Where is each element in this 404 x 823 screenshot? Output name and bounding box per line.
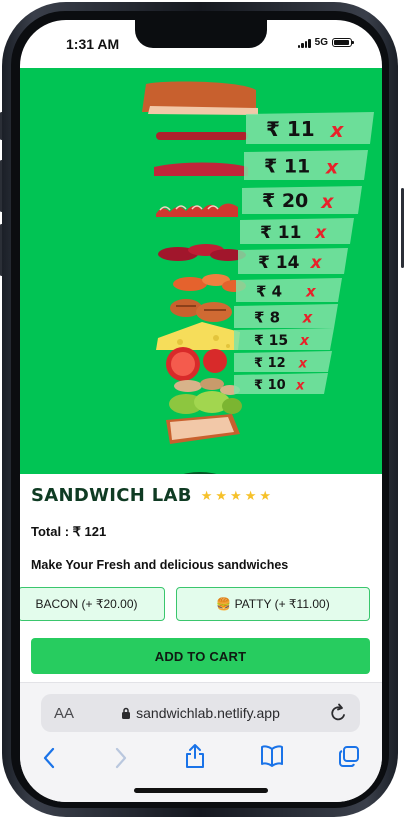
- battery-icon: [332, 38, 354, 47]
- price-tag: ₹ 11 x: [244, 150, 368, 180]
- add-patty-label: 🍔 PATTY (+ ₹11.00): [216, 597, 330, 611]
- remove-ingredient-button[interactable]: x: [295, 378, 305, 393]
- phone-frame: 1:31 AM 5G ₹ 11 x ₹ 11 x ₹ 20 x ₹ 11 x ₹…: [0, 0, 404, 823]
- app-title: SANDWICH LAB: [31, 485, 192, 506]
- cheese-layer[interactable]: [156, 322, 240, 350]
- salami-layer[interactable]: [158, 244, 246, 261]
- add-bacon-label: BACON (+ ₹20.00): [35, 597, 138, 611]
- star-icon: ★: [244, 487, 257, 503]
- forward-icon[interactable]: [114, 747, 128, 769]
- remove-ingredient-button[interactable]: x: [325, 156, 339, 178]
- sandwich-illustration: ₹ 11 x₹ 11 x₹ 20 x₹ 11 x₹ 14 x₹ 4 x₹ 8 x₹ 15 x₹ …: [142, 81, 374, 474]
- signal-icon: [298, 38, 311, 48]
- browser-nav-bar: [20, 743, 382, 779]
- screen: 1:31 AM 5G ₹ 11 x ₹ 11 x ₹ 20 x ₹ 11 x ₹…: [20, 20, 382, 802]
- price-tag-background: [236, 278, 342, 302]
- tabs-icon[interactable]: [338, 745, 360, 767]
- tagline: Make Your Fresh and delicious sandwiches: [31, 558, 289, 572]
- add-to-cart-button[interactable]: ADD TO CART: [31, 638, 370, 674]
- price-tag: ₹ 15 x: [234, 328, 334, 350]
- bacon-layer[interactable]: [156, 203, 238, 217]
- price-amount: ₹ 11: [260, 223, 301, 243]
- price-tag: ₹ 4 x: [236, 278, 342, 302]
- star-icon: ★: [259, 487, 271, 503]
- price-tag: ₹ 8 x: [234, 304, 338, 328]
- price-amount: ₹ 14: [258, 253, 300, 273]
- remove-ingredient-button[interactable]: x: [320, 191, 334, 213]
- notch: [135, 20, 267, 48]
- price-tag: ₹ 11 x: [240, 218, 354, 244]
- remove-ingredient-button[interactable]: x: [310, 253, 323, 273]
- remove-ingredient-button[interactable]: x: [299, 333, 310, 349]
- rating-stars: ★ ★ ★ ★ ★: [201, 488, 271, 504]
- add-bacon-button[interactable]: BACON (+ ₹20.00): [20, 587, 165, 621]
- price-tag: ₹ 11 x: [246, 112, 374, 144]
- price-amount: ₹ 4: [256, 282, 282, 300]
- patty-layer[interactable]: [170, 299, 232, 322]
- sandwich-builder-hero: ₹ 11 x ₹ 11 x ₹ 20 x ₹ 11 x ₹ 14 x ₹ 4 x ₹ 8 x ₹ 15 x ₹ …: [20, 68, 382, 474]
- bottom-bread-layer[interactable]: [166, 414, 240, 444]
- price-tag: ₹ 14 x: [238, 248, 348, 274]
- price-amount: ₹ 11: [264, 156, 310, 178]
- share-icon[interactable]: [184, 743, 206, 769]
- remove-ingredient-button[interactable]: x: [298, 356, 308, 371]
- star-icon: ★: [200, 487, 213, 503]
- orange-slice-layer[interactable]: [173, 274, 246, 292]
- total-price: Total : ₹ 121: [31, 524, 107, 539]
- remove-ingredient-button[interactable]: x: [302, 309, 314, 327]
- lock-icon: [122, 707, 131, 719]
- home-indicator: [134, 788, 268, 793]
- star-icon: ★: [215, 487, 228, 503]
- remove-ingredient-button[interactable]: x: [329, 118, 344, 142]
- price-amount: ₹ 8: [254, 308, 280, 326]
- price-tag: ₹ 20 x: [242, 186, 362, 214]
- bookmarks-icon[interactable]: [260, 745, 284, 767]
- top-bread-layer[interactable]: [142, 81, 258, 115]
- remove-ingredient-button[interactable]: x: [305, 283, 317, 301]
- price-tag: ₹ 12 x: [234, 351, 332, 372]
- price-amount: ₹ 20: [262, 190, 308, 212]
- url-text: sandwichlab.netlify.app: [136, 705, 280, 721]
- url-display[interactable]: sandwichlab.netlify.app: [41, 705, 360, 721]
- price-amount: ₹ 10: [254, 378, 286, 393]
- price-tag-background: [234, 304, 338, 328]
- address-bar[interactable]: AA sandwichlab.netlify.app: [41, 694, 360, 732]
- title-row: SANDWICH LAB ★ ★ ★ ★ ★: [31, 485, 271, 506]
- browser-toolbar: AA sandwichlab.netlify.app: [20, 682, 382, 802]
- network-label: 5G: [314, 37, 328, 48]
- back-icon[interactable]: [42, 747, 56, 769]
- reload-icon[interactable]: [330, 703, 348, 723]
- ketchup-layer[interactable]: [156, 132, 248, 140]
- tomato-layer[interactable]: [154, 162, 248, 177]
- price-tags: ₹ 11 x₹ 11 x₹ 20 x₹ 11 x₹ 14 x₹ 4 x₹ 8 x₹ 15 x₹ …: [234, 112, 374, 394]
- plate-shadow: [183, 472, 217, 474]
- star-icon: ★: [230, 487, 242, 503]
- price-amount: ₹ 11: [266, 117, 315, 141]
- status-time: 1:31 AM: [66, 36, 120, 52]
- ingredient-buttons: BACON (+ ₹20.00) 🍔 PATTY (+ ₹11.00): [20, 587, 382, 623]
- remove-ingredient-button[interactable]: x: [314, 223, 327, 243]
- add-patty-button[interactable]: 🍔 PATTY (+ ₹11.00): [176, 587, 370, 621]
- price-amount: ₹ 15: [254, 333, 288, 349]
- price-tag: ₹ 10 x: [234, 373, 328, 394]
- status-indicators: 5G: [298, 37, 354, 48]
- tomato-slices-layer[interactable]: [166, 347, 227, 381]
- price-amount: ₹ 12: [254, 356, 286, 371]
